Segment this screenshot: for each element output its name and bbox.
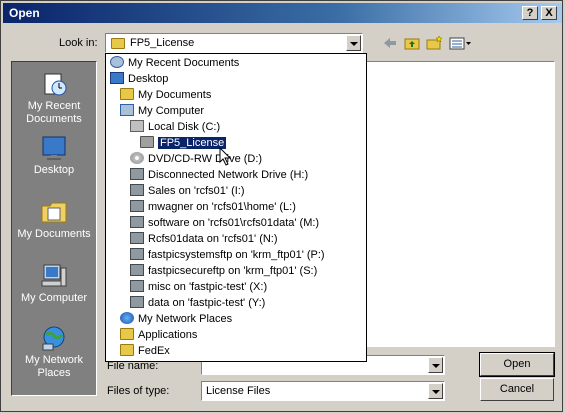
folder-icon [111, 38, 125, 49]
recent-documents-icon [44, 73, 67, 96]
network-drive-icon [130, 184, 144, 196]
dropdown-item-my-network-places[interactable]: My Network Places [120, 312, 232, 327]
network-drive-icon [130, 216, 144, 228]
dropdown-item-network-drive-p[interactable]: fastpicsystemsftp on 'krm_ftp01' (P:) [130, 248, 325, 263]
dropdown-item-my-recent-documents[interactable]: My Recent Documents [110, 56, 239, 71]
places-bar: My Recent Documents Desktop My Documents [11, 61, 97, 396]
dropdown-item-my-documents[interactable]: My Documents [120, 88, 211, 103]
network-places-icon [42, 326, 65, 351]
computer-icon [120, 104, 134, 116]
dropdown-item-network-drive-y[interactable]: data on 'fastpic-test' (Y:) [130, 296, 265, 311]
file-name-dropdown-button[interactable] [428, 357, 443, 373]
place-my-documents[interactable]: My Documents [12, 198, 96, 241]
folder-icon [120, 328, 134, 340]
place-label: My Recent Documents [26, 100, 82, 125]
network-drive-icon [130, 264, 144, 276]
place-desktop[interactable]: Desktop [12, 134, 96, 177]
network-drive-icon [130, 248, 144, 260]
network-drive-icon [130, 232, 144, 244]
cancel-button[interactable]: Cancel [480, 378, 554, 401]
dropdown-item-network-drive-i[interactable]: Sales on 'rcfs01' (I:) [130, 184, 245, 199]
files-of-type-value: License Files [206, 385, 271, 397]
dropdown-item-fedex[interactable]: FedEx [120, 344, 170, 359]
title-bar[interactable]: Open ? X [3, 3, 562, 23]
place-my-network-places[interactable]: My Network Places [12, 324, 96, 380]
network-drive-icon [130, 200, 144, 212]
folder-icon [120, 344, 134, 356]
hard-drive-icon [130, 120, 144, 132]
desktop-icon [110, 72, 124, 84]
look-in-combo[interactable]: FP5_License [105, 33, 363, 53]
files-of-type-dropdown-button[interactable] [428, 383, 443, 399]
dropdown-item-my-computer[interactable]: My Computer [120, 104, 204, 119]
network-drive-icon [130, 296, 144, 308]
dropdown-item-network-drive-x[interactable]: misc on 'fastpic-test' (X:) [130, 280, 267, 295]
place-my-computer[interactable]: My Computer [12, 262, 96, 305]
dropdown-item-dvd-drive[interactable]: DVD/CD-RW Drive (D:) [130, 152, 262, 167]
dropdown-item-fp5-license[interactable]: FP5_License [140, 136, 228, 151]
back-icon[interactable] [381, 35, 399, 51]
help-button[interactable]: ? [522, 6, 538, 20]
close-button[interactable]: X [541, 6, 557, 20]
dropdown-item-network-drive-n[interactable]: Rcfs01data on 'rcfs01' (N:) [130, 232, 278, 247]
open-folder-icon [140, 136, 154, 148]
dialog-title: Open [9, 6, 40, 20]
look-in-label: Look in: [59, 37, 98, 49]
network-drive-icon [130, 168, 144, 180]
new-folder-icon[interactable] [425, 35, 443, 51]
dropdown-item-local-disk-c[interactable]: Local Disk (C:) [130, 120, 220, 135]
desktop-icon [42, 136, 66, 160]
my-documents-icon [41, 202, 67, 223]
folder-icon [120, 88, 134, 100]
files-of-type-select[interactable]: License Files [201, 381, 445, 401]
my-computer-icon [41, 264, 67, 287]
open-dialog: Open ? X Look in: FP5_License My Recent … [0, 0, 563, 412]
look-in-dropdown-button[interactable] [346, 35, 361, 51]
view-menu-icon[interactable] [449, 35, 473, 51]
up-folder-icon[interactable] [403, 35, 421, 51]
look-in-value: FP5_License [130, 37, 195, 49]
place-label: My Documents [17, 228, 91, 240]
dropdown-item-desktop[interactable]: Desktop [110, 72, 168, 87]
files-of-type-label: Files of type: [107, 385, 170, 397]
dropdown-item-network-drive-m[interactable]: software on 'rcfs01\rcfs01data' (M:) [130, 216, 319, 231]
dropdown-item-applications[interactable]: Applications [120, 328, 197, 343]
dropdown-item-network-drive-s[interactable]: fastpicsecureftp on 'krm_ftp01' (S:) [130, 264, 317, 279]
open-button[interactable]: Open [479, 352, 555, 377]
globe-icon [120, 312, 134, 324]
disc-drive-icon [130, 152, 144, 164]
place-label: Desktop [33, 164, 75, 176]
network-drive-icon [130, 280, 144, 292]
mouse-cursor-icon [219, 147, 232, 166]
place-label: My Network Places [24, 354, 84, 379]
recent-documents-icon [110, 56, 124, 68]
place-label: My Computer [20, 292, 88, 304]
dropdown-item-network-drive-l[interactable]: mwagner on 'rcfs01\home' (L:) [130, 200, 296, 215]
look-in-dropdown-list: My Recent Documents Desktop My Documents… [105, 53, 367, 362]
place-my-recent-documents[interactable]: My Recent Documents [12, 70, 96, 126]
dropdown-item-network-drive-h[interactable]: Disconnected Network Drive (H:) [130, 168, 308, 183]
